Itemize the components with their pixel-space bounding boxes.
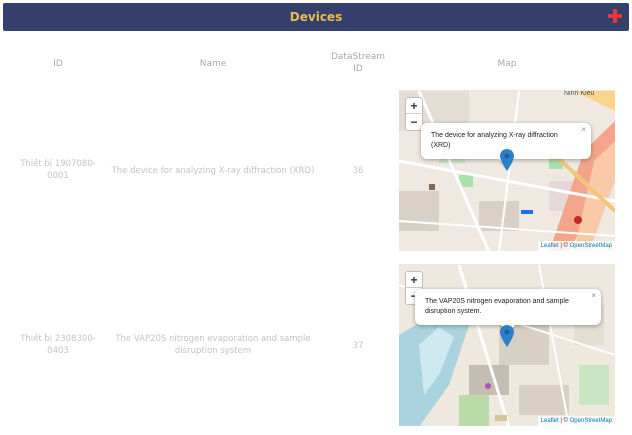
row-2-id-line1: Thiết bị 2308300- [20,334,96,344]
row-1-leaflet-link[interactable]: Leaflet [541,243,559,249]
row-2-map-popup: × The VAP20S nitrogen evaporation and sa… [415,289,601,333]
row-1-map-place-label: Ninh Kiều [564,90,595,97]
row-2-map-marker-icon[interactable] [500,325,514,347]
row-1-id: Thiết bị 1907080- 0001 [14,158,102,182]
devices-header-bar: Devices [3,3,629,31]
row-1-map-attribution: Leaflet | © OpenStreetMap [537,241,615,251]
row-2-datastream-id: 37 [352,341,364,351]
row-1-popup-text: The device for analyzing X-ray diffracti… [431,132,558,149]
row-2-name: The VAP20S nitrogen evaporation and samp… [110,333,316,357]
row-1-attribution-separator: | © [558,243,570,249]
page-title: Devices [289,10,343,24]
row-1-id-line2: 0001 [47,171,69,181]
row-1-zoom-out-button[interactable]: − [406,114,422,130]
row-2-zoom-in-button[interactable]: + [406,272,422,288]
row-2-leaflet-link[interactable]: Leaflet [541,418,559,424]
plus-icon [608,9,622,23]
row-2-map[interactable]: + − × The VAP20S nitrogen evaporation an… [399,264,615,426]
row-2-id: Thiết bị 2308300- 0403 [14,333,102,357]
row-2-popup-line1: The VAP20S nitrogen evaporation and samp… [425,298,569,305]
row-1-osm-link[interactable]: OpenStreetMap [570,243,612,249]
row-2-name-line2: disruption system [174,346,252,356]
column-header-name: Name [199,59,227,69]
column-header-datastream-line2: ID [353,64,363,74]
row-1-datastream-id: 36 [352,166,364,176]
add-device-button[interactable] [607,8,623,24]
row-2-osm-link[interactable]: OpenStreetMap [570,418,612,424]
row-1-name: The device for analyzing X-ray diffracti… [111,166,315,176]
row-1-popup-close-icon[interactable]: × [581,125,586,135]
row-1-map-marker-icon[interactable] [500,149,514,171]
row-2-popup-close-icon[interactable]: × [591,291,596,301]
column-header-datastream-line1: DataStream [330,52,386,62]
row-1-map-tiles [399,91,615,251]
row-1-zoom-in-button[interactable]: + [406,98,422,114]
row-1-zoom-control: + − [405,97,423,131]
row-2-map-attribution: Leaflet | © OpenStreetMap [537,416,615,426]
column-header-datastream-id: DataStream ID [322,51,394,75]
row-2-attribution-separator: | © [558,418,570,424]
column-header-map: Map [497,59,517,69]
row-1-id-line1: Thiết bị 1907080- [20,159,96,169]
row-2-id-line2: 0403 [47,346,69,356]
row-2-popup-line2: disruption system. [425,308,482,315]
column-header-id: ID [53,59,63,69]
row-1-map[interactable]: Ninh Kiều + − × The device for analyzing… [399,90,615,251]
row-2-name-line1: The VAP20S nitrogen evaporation and samp… [115,334,311,344]
